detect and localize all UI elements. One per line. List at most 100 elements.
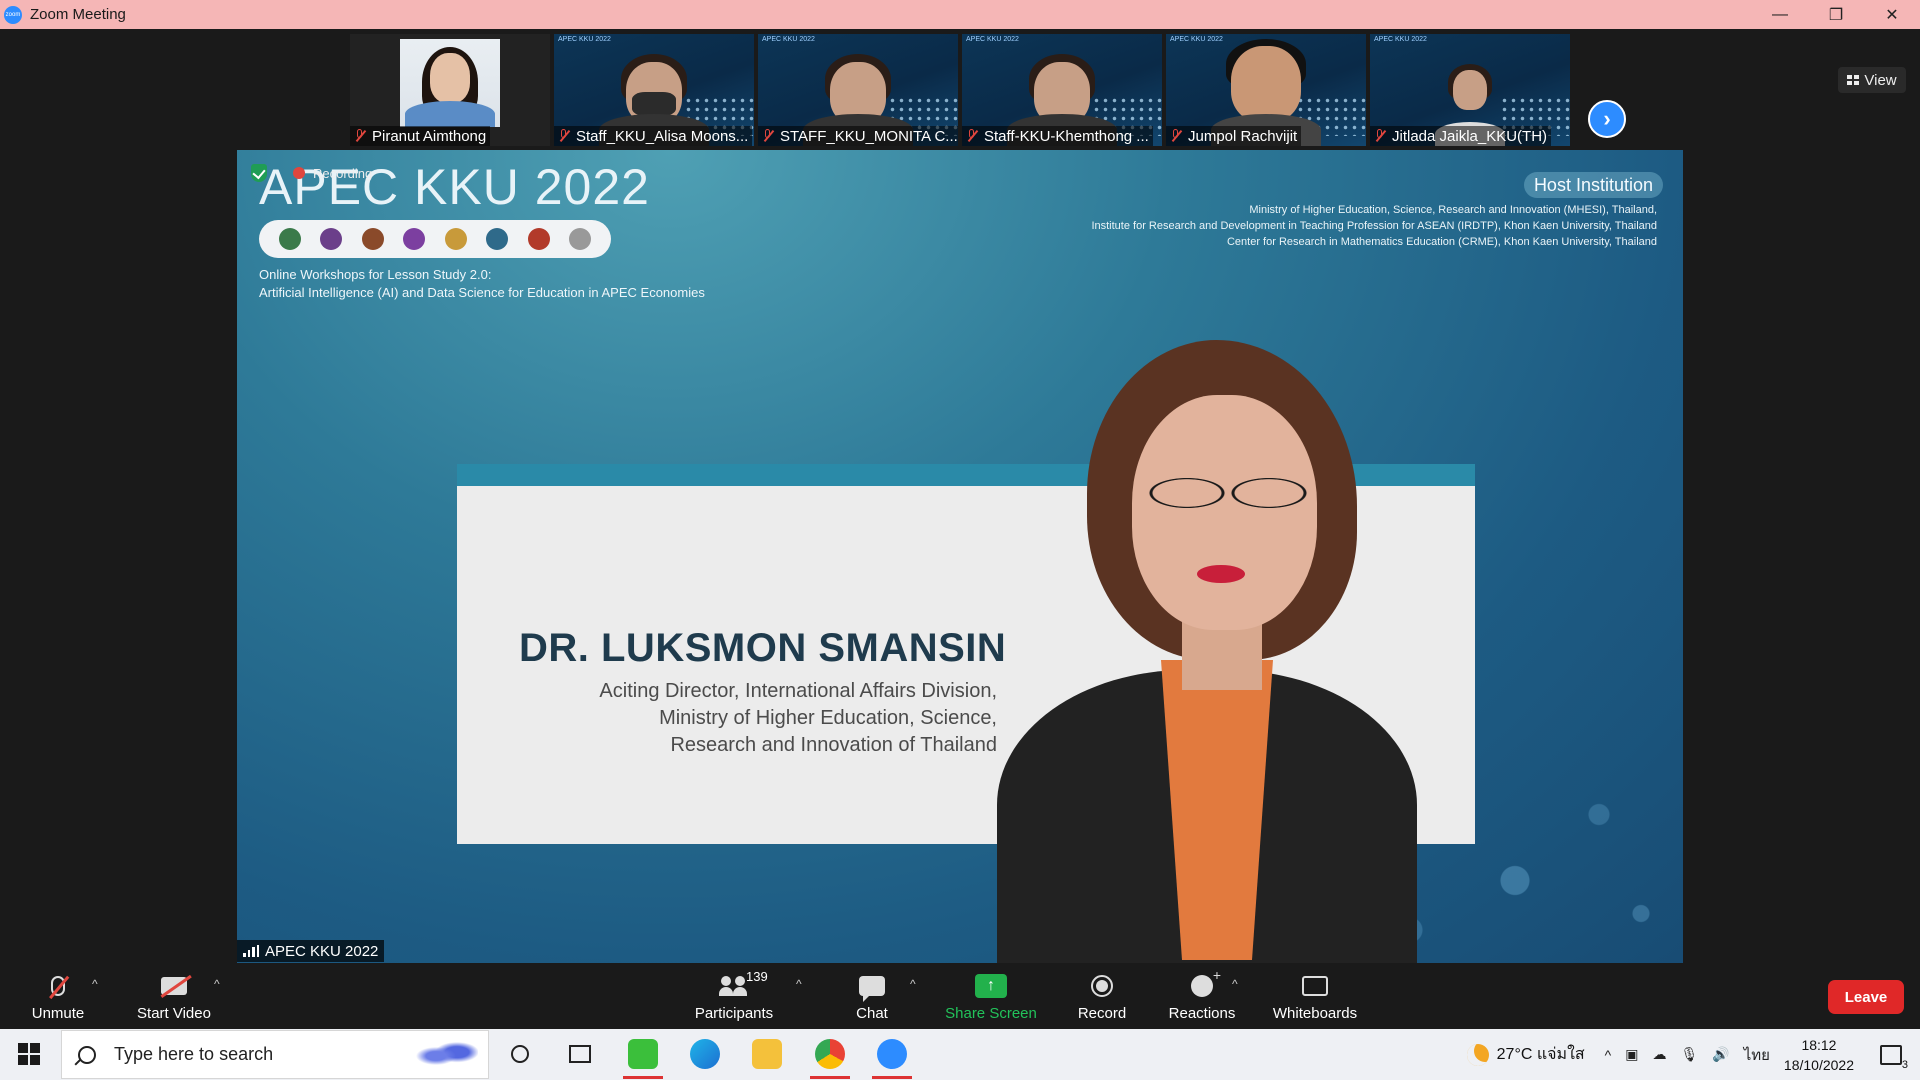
speaker-name: DR. LUKSMON SMANSIN [519, 626, 1007, 670]
chat-icon [859, 976, 885, 1002]
taskbar-app-chrome[interactable] [815, 1039, 845, 1069]
mic-muted-icon [558, 129, 570, 143]
whiteboard-icon [1302, 976, 1328, 996]
volume-icon[interactable]: 🔊 [1712, 1046, 1729, 1063]
host-institutions: Ministry of Higher Education, Science, R… [1091, 204, 1657, 248]
task-view-button[interactable] [565, 1039, 595, 1069]
minimize-button[interactable]: — [1752, 0, 1808, 29]
participants-options-caret[interactable]: ^ [796, 977, 802, 991]
speaker-video [997, 340, 1417, 963]
show-hidden-icons-icon[interactable]: ^ [1605, 1047, 1612, 1063]
leave-button[interactable]: Leave [1828, 980, 1904, 1014]
logo-icon [320, 228, 343, 250]
chat-button[interactable]: Chat [852, 971, 892, 1027]
participant-name-label: Staff_KKU_Alisa Moons... [554, 126, 753, 146]
face-mask [632, 92, 676, 116]
share-source-label: APEC KKU 2022 [237, 940, 385, 962]
recording-dot-icon [293, 167, 305, 179]
system-tray: 27°C แจ่มใส ^ ▣ ☁ 🎙 🔊 ไทย 18:12 18/10/20… [1466, 1029, 1920, 1080]
grid-view-icon [1847, 75, 1860, 85]
recording-label: Recording [313, 165, 373, 181]
chrome-icon [815, 1039, 845, 1069]
clock[interactable]: 18:12 18/10/2022 [1784, 1035, 1854, 1075]
view-label: View [1864, 71, 1897, 89]
notification-center-button[interactable]: 3 [1880, 1044, 1908, 1071]
participant-tile[interactable]: APEC KKU 2022 Staff_KKU_Alisa Moons... [554, 34, 754, 146]
participant-tile[interactable]: APEC KKU 2022 Staff-KKU-Khemthong ... [962, 34, 1162, 146]
chat-options-caret[interactable]: ^ [910, 977, 916, 991]
title-bar: zoom Zoom Meeting — ❐ ✕ [0, 0, 1920, 29]
search-icon [78, 1045, 96, 1064]
speaker-role: Aciting Director, International Affairs … [599, 680, 997, 756]
participant-name: Staff_KKU_Alisa Moons... [576, 127, 749, 145]
folder-icon [752, 1039, 782, 1069]
participants-button[interactable]: 139 Participants [694, 969, 774, 1027]
close-button[interactable]: ✕ [1864, 0, 1920, 29]
logo-icon [527, 228, 550, 250]
participant-name: Jitlada Jaikla_KKU(TH) [1392, 127, 1548, 145]
taskbar-app-zoom[interactable] [877, 1039, 907, 1069]
host-institution-badge: Host Institution [1523, 172, 1663, 198]
taskbar-app-edge[interactable] [690, 1039, 720, 1069]
participant-name: Staff-KKU-Khemthong ... [984, 127, 1149, 145]
cortana-button[interactable] [505, 1039, 535, 1069]
whiteboards-button[interactable]: Whiteboards [1270, 971, 1360, 1027]
participant-name-label: Staff-KKU-Khemthong ... [962, 126, 1153, 146]
video-options-caret[interactable]: ^ [214, 977, 220, 991]
participant-name: Piranut Aimthong [372, 127, 487, 145]
tile-background-title: APEC KKU 2022 [762, 36, 815, 43]
weather-text: 27°C แจ่มใส [1496, 1046, 1585, 1063]
mic-muted-icon [51, 976, 65, 996]
participant-strip: Piranut Aimthong APEC KKU 2022 Staff_KKU… [0, 29, 1920, 150]
reactions-options-caret[interactable]: ^ [1232, 977, 1238, 991]
participant-tile[interactable]: APEC KKU 2022 Jitlada Jaikla_KKU(TH) [1370, 34, 1570, 146]
microphone-icon[interactable]: 🎙 [1680, 1046, 1698, 1063]
line-app-icon [628, 1039, 658, 1069]
shared-screen: APEC KKU 2022 Recording Online Workshops… [237, 150, 1683, 963]
participant-name-label: STAFF_KKU_MONITA C... [758, 126, 958, 146]
share-screen-button[interactable]: ↑ Share Screen [944, 971, 1038, 1027]
search-placeholder: Type here to search [114, 1044, 274, 1064]
participant-tile[interactable]: APEC KKU 2022 Jumpol Rachvijit [1166, 34, 1366, 146]
mic-muted-icon [1170, 129, 1182, 143]
recording-indicator[interactable]: Recording [251, 164, 372, 182]
slide-subtitle: Online Workshops for Lesson Study 2.0: A… [259, 267, 705, 300]
unmute-button[interactable]: Unmute [28, 971, 88, 1027]
next-page-button[interactable]: › [1588, 100, 1626, 138]
participant-name: Jumpol Rachvijit [1188, 127, 1298, 145]
reactions-button[interactable]: Reactions [1168, 967, 1236, 1027]
participant-tile[interactable]: APEC KKU 2022 STAFF_KKU_MONITA C... [758, 34, 958, 146]
participant-name-label: Piranut Aimthong [350, 126, 491, 146]
zoom-app-icon: zoom [4, 5, 22, 24]
reactions-icon [1191, 967, 1221, 997]
participant-name-label: Jumpol Rachvijit [1166, 126, 1302, 146]
meet-now-icon[interactable]: ▣ [1625, 1046, 1638, 1063]
view-button[interactable]: View [1838, 67, 1906, 93]
mic-muted-icon [1374, 129, 1386, 143]
start-video-button[interactable]: Start Video [134, 971, 214, 1027]
taskbar-search[interactable]: Type here to search [61, 1030, 489, 1079]
audio-options-caret[interactable]: ^ [92, 977, 98, 991]
taskbar-app-explorer[interactable] [752, 1039, 782, 1069]
taskbar-app-line[interactable] [628, 1039, 658, 1069]
chevron-right-icon: › [1603, 106, 1611, 131]
restore-button[interactable]: ❐ [1808, 0, 1864, 29]
start-button[interactable] [18, 1043, 40, 1065]
clock-time: 18:12 [1801, 1036, 1837, 1053]
logo-icon [569, 228, 592, 250]
participant-tile[interactable]: Piranut Aimthong [350, 34, 550, 146]
input-language[interactable]: ไทย [1744, 1043, 1770, 1067]
window-title: Zoom Meeting [30, 6, 126, 23]
logo-icon [361, 228, 384, 250]
signal-strength-icon [243, 945, 259, 957]
mic-muted-icon [354, 129, 366, 143]
meeting-controls: Unmute ^ Start Video ^ 139 Participants … [0, 963, 1920, 1029]
participant-name-label: Jitlada Jaikla_KKU(TH) [1370, 126, 1552, 146]
logo-icon [486, 228, 509, 250]
record-button[interactable]: Record [1076, 971, 1128, 1027]
share-source-name: APEC KKU 2022 [265, 942, 379, 960]
weather-widget[interactable]: 27°C แจ่มใส [1466, 1042, 1585, 1067]
task-view-icon [569, 1045, 591, 1063]
onedrive-icon[interactable]: ☁ [1652, 1046, 1666, 1063]
record-icon [1091, 975, 1113, 997]
